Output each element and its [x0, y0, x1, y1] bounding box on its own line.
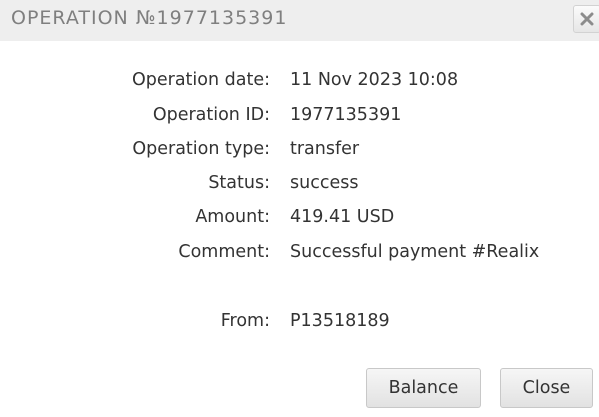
comment-value: Successful payment #Realix [290, 242, 540, 262]
status-value: success [290, 173, 359, 193]
close-dialog-button[interactable] [573, 5, 599, 33]
operation-type-value: transfer [290, 139, 360, 159]
from-label: From: [220, 311, 270, 331]
detail-row-operation-date: Operation date: 11 Nov 2023 10:08 [0, 68, 599, 92]
close-x-icon [580, 12, 594, 26]
amount-label: Amount: [195, 207, 270, 227]
operation-id-value: 1977135391 [290, 105, 402, 125]
balance-button[interactable]: Balance [366, 368, 481, 408]
dialog-title: OPERATION №1977135391 [11, 7, 288, 29]
detail-row-comment: Comment: Successful payment #Realix [0, 240, 599, 264]
operation-date-label: Operation date: [131, 70, 270, 90]
dialog-header: OPERATION №1977135391 [0, 0, 599, 41]
operation-date-value: 11 Nov 2023 10:08 [290, 70, 459, 90]
operation-dialog: OPERATION №1977135391 Operation date: 11… [0, 0, 599, 417]
status-label: Status: [208, 173, 270, 193]
detail-row-from: From: P13518189 [0, 309, 599, 333]
operation-id-label: Operation ID: [152, 105, 270, 125]
comment-label: Comment: [178, 242, 270, 262]
close-button[interactable]: Close [500, 368, 593, 408]
detail-row-operation-type: Operation type: transfer [0, 137, 599, 161]
detail-row-amount: Amount: 419.41 USD [0, 205, 599, 229]
from-value: P13518189 [290, 311, 390, 331]
detail-row-operation-id: Operation ID: 1977135391 [0, 103, 599, 127]
amount-value: 419.41 USD [290, 207, 395, 227]
detail-row-status: Status: success [0, 171, 599, 195]
operation-type-label: Operation type: [132, 139, 270, 159]
